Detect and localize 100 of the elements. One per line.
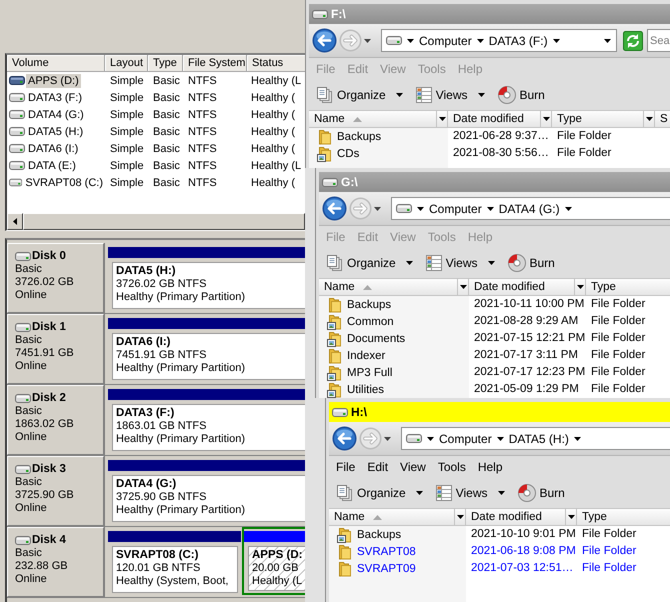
column-header[interactable]: Volume bbox=[7, 55, 105, 72]
file-name[interactable]: MP3 Full bbox=[347, 366, 392, 378]
menu-item[interactable]: Help bbox=[472, 460, 509, 474]
caret-icon[interactable] bbox=[364, 38, 371, 42]
menu-item[interactable]: View bbox=[394, 460, 432, 474]
caret-icon[interactable] bbox=[417, 206, 424, 210]
volume-name[interactable]: DATA6 (I:) bbox=[26, 142, 80, 156]
toolbar-button[interactable]: Burn bbox=[498, 86, 545, 104]
volume-name[interactable]: DATA4 (G:) bbox=[26, 108, 86, 122]
table-cell-text: Simple bbox=[109, 74, 145, 86]
breadcrumb-item[interactable]: DATA5 (H:) bbox=[508, 432, 569, 446]
menu-item[interactable]: Tools bbox=[432, 460, 472, 474]
caret-icon[interactable] bbox=[416, 491, 423, 495]
caret-icon[interactable] bbox=[427, 436, 434, 440]
column-header[interactable]: Name bbox=[309, 111, 448, 127]
volume-name[interactable]: SVRAPT08 (C:) bbox=[23, 176, 105, 190]
file-name[interactable]: Utilities bbox=[347, 384, 384, 396]
file-name[interactable]: SVRAPT09 bbox=[357, 562, 416, 574]
date-modified: 2021-07-15 12:21 PM bbox=[473, 331, 586, 346]
back-arrow-icon[interactable] bbox=[312, 28, 337, 53]
column-header[interactable]: Date modified bbox=[469, 279, 586, 295]
caret-icon bbox=[460, 285, 466, 289]
column-dropdown-button[interactable] bbox=[643, 111, 654, 127]
file-name[interactable]: Backups bbox=[337, 130, 382, 142]
column-dropdown-button[interactable] bbox=[457, 279, 468, 295]
column-dropdown-button[interactable] bbox=[436, 111, 447, 127]
address-field[interactable]: Computer DATA5 (H:) bbox=[401, 427, 670, 450]
column-dropdown-button[interactable] bbox=[540, 111, 551, 127]
partition-status: Healthy (Primary Partition) bbox=[116, 433, 246, 446]
partition-name: DATA5 (H:) bbox=[116, 265, 177, 278]
caret-icon[interactable] bbox=[384, 436, 391, 440]
volume-name[interactable]: DATA (E:) bbox=[26, 158, 78, 172]
column-header[interactable]: Type bbox=[577, 509, 670, 525]
breadcrumb-item[interactable]: DATA3 (F:) bbox=[488, 34, 548, 48]
toolbar-button[interactable]: Organize bbox=[337, 485, 423, 501]
caret-icon[interactable] bbox=[496, 436, 504, 440]
disk-label-panel[interactable]: Disk 1 Basic 7451.91 GB Online bbox=[7, 314, 104, 384]
file-name[interactable]: Backups bbox=[357, 528, 402, 540]
column-dropdown-button[interactable] bbox=[565, 509, 576, 525]
back-arrow-icon[interactable] bbox=[332, 426, 357, 451]
refresh-icon[interactable] bbox=[623, 30, 643, 50]
toolbar-button[interactable]: Organize bbox=[317, 87, 403, 103]
scroll-left-button[interactable] bbox=[7, 213, 23, 230]
caret-icon[interactable] bbox=[407, 38, 414, 42]
column-header[interactable]: Name bbox=[329, 509, 466, 525]
column-dropdown-button[interactable] bbox=[574, 279, 585, 295]
column-header[interactable]: Type bbox=[148, 55, 183, 72]
column-header[interactable]: Layout bbox=[105, 55, 148, 72]
breadcrumb-item[interactable]: Computer bbox=[429, 202, 482, 216]
file-name[interactable]: Indexer bbox=[347, 350, 386, 362]
breadcrumb-item[interactable]: Computer bbox=[419, 34, 472, 48]
volume-name[interactable]: DATA5 (H:) bbox=[26, 124, 86, 138]
toolbar-button[interactable]: Organize bbox=[327, 255, 413, 271]
column-dropdown-button[interactable] bbox=[454, 509, 465, 525]
column-header[interactable]: File System bbox=[183, 55, 247, 72]
file-name[interactable]: Common bbox=[347, 316, 394, 328]
search-field[interactable]: Sea bbox=[647, 29, 670, 52]
caret-icon[interactable] bbox=[478, 93, 484, 97]
partition-status: Healthy (L bbox=[252, 575, 304, 588]
caret-icon[interactable] bbox=[604, 38, 611, 42]
caret-icon[interactable] bbox=[564, 206, 572, 210]
breadcrumb-item[interactable]: Computer bbox=[439, 432, 492, 446]
toolbar-button[interactable]: Views bbox=[416, 87, 484, 103]
menu-item[interactable]: Edit bbox=[361, 460, 394, 474]
volume-name[interactable]: DATA3 (F:) bbox=[26, 90, 84, 104]
file-name[interactable]: SVRAPT08 bbox=[357, 546, 416, 558]
caret-icon[interactable] bbox=[396, 93, 403, 97]
caret-icon[interactable] bbox=[552, 38, 560, 42]
column-header[interactable]: Name bbox=[319, 279, 469, 295]
column-header[interactable]: Date modified bbox=[448, 111, 552, 127]
menu-item[interactable]: File bbox=[330, 460, 362, 474]
disk-label-panel[interactable]: Disk 4 Basic 232.88 GB Online bbox=[7, 527, 104, 597]
column-header[interactable]: Type bbox=[586, 279, 670, 295]
column-header[interactable]: Type bbox=[552, 111, 655, 127]
breadcrumb-item[interactable]: DATA4 (G:) bbox=[498, 202, 560, 216]
caret-icon[interactable] bbox=[476, 38, 484, 42]
column-header[interactable]: Date modified bbox=[466, 509, 577, 525]
column-header[interactable]: S bbox=[655, 111, 670, 127]
file-name[interactable]: Backups bbox=[347, 298, 392, 310]
partition-panel[interactable]: APPS (D: 20.00 GB Healthy (L bbox=[242, 527, 305, 595]
address-field[interactable]: Computer DATA3 (F:) bbox=[381, 29, 617, 52]
disk-label-panel[interactable]: Disk 3 Basic 3725.90 GB Online bbox=[7, 456, 104, 526]
column-header[interactable]: Status bbox=[247, 55, 305, 72]
disk-label-panel[interactable]: Disk 0 Basic 3726.02 GB Online bbox=[7, 243, 104, 313]
caret-icon[interactable] bbox=[486, 206, 494, 210]
back-arrow-icon[interactable] bbox=[322, 196, 347, 221]
toolbar-button[interactable]: Views bbox=[436, 485, 504, 501]
volume-name[interactable]: APPS (D:) bbox=[26, 74, 81, 88]
toolbar-button[interactable]: Burn bbox=[518, 484, 565, 502]
toolbar-button[interactable]: Burn bbox=[508, 254, 555, 272]
file-name[interactable]: Documents bbox=[347, 332, 406, 344]
caret-icon[interactable] bbox=[498, 491, 504, 495]
caret-icon[interactable] bbox=[488, 261, 494, 265]
file-name[interactable]: CDs bbox=[337, 148, 360, 160]
caret-icon[interactable] bbox=[574, 436, 581, 440]
address-field[interactable]: Computer DATA4 (G:) bbox=[391, 197, 670, 220]
toolbar-button[interactable]: Views bbox=[426, 255, 494, 271]
disk-label-panel[interactable]: Disk 2 Basic 1863.02 GB Online bbox=[7, 385, 104, 455]
caret-icon[interactable] bbox=[374, 206, 381, 210]
caret-icon[interactable] bbox=[406, 261, 413, 265]
